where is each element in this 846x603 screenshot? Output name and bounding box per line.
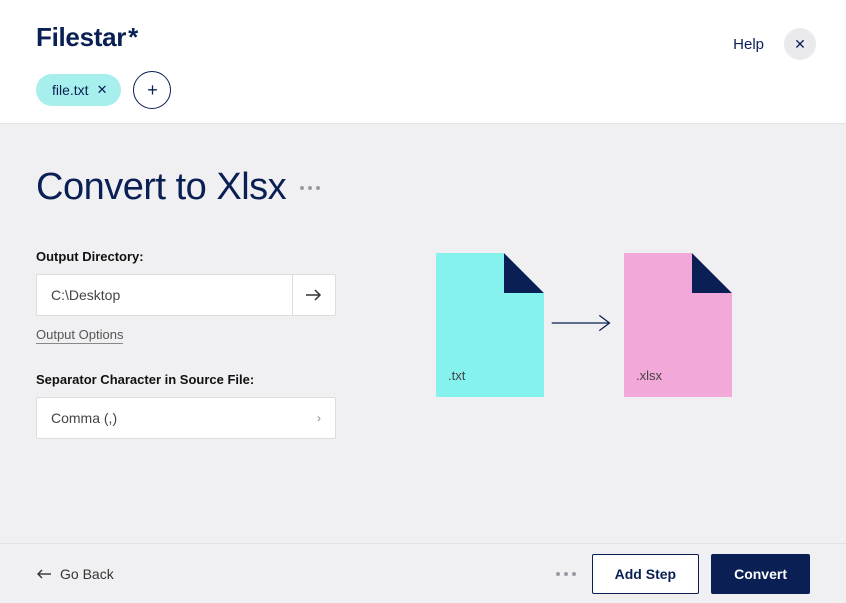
logo-text: Filestar [36,22,126,52]
go-back-button[interactable]: Go Back [36,566,114,582]
target-ext-label: .xlsx [636,368,662,383]
output-directory-input[interactable]: C:\Desktop [36,274,292,316]
source-ext-label: .txt [448,368,465,383]
separator-value: Comma (,) [51,410,117,426]
target-file-card: .xlsx [624,253,732,397]
convert-button[interactable]: Convert [711,554,810,594]
footer-menu-button[interactable] [556,572,576,576]
main: Convert to Xlsx Output Directory: C:\Des… [0,123,846,543]
remove-file-icon[interactable]: ✕ [97,82,108,98]
header: Filestar* file.txt ✕ + Help ✕ [0,0,846,123]
diagram-column: .txt .xlsx [436,249,810,439]
add-step-button[interactable]: Add Step [592,554,699,594]
footer: Go Back Add Step Convert [0,543,846,603]
separator-select[interactable]: Comma (,) › [36,397,336,439]
add-file-button[interactable]: + [133,71,171,109]
arrow-right-icon [305,289,323,301]
file-chip-label: file.txt [52,82,89,98]
output-directory-browse-button[interactable] [292,274,336,316]
separator-label: Separator Character in Source File: [36,372,336,387]
file-row: file.txt ✕ + [36,71,171,109]
chevron-right-icon: › [317,411,321,425]
plus-icon: + [147,80,158,101]
conversion-arrow [544,313,624,333]
help-link[interactable]: Help [733,36,764,53]
arrow-left-icon [36,569,52,579]
header-left: Filestar* file.txt ✕ + [36,22,171,109]
footer-right: Add Step Convert [556,554,810,594]
file-chip[interactable]: file.txt ✕ [36,74,121,106]
arrow-right-icon [550,313,618,333]
go-back-label: Go Back [60,566,114,582]
header-right: Help ✕ [733,22,816,60]
source-file-card: .txt [436,253,544,397]
content-row: Output Directory: C:\Desktop Output Opti… [36,249,810,439]
close-icon: ✕ [794,36,806,53]
logo-star: * [128,22,138,52]
page-title: Convert to Xlsx [36,166,286,209]
output-options-link[interactable]: Output Options [36,327,123,344]
title-row: Convert to Xlsx [36,166,810,209]
close-button[interactable]: ✕ [784,28,816,60]
output-directory-row: C:\Desktop [36,274,336,316]
title-menu-button[interactable] [300,186,320,190]
form-column: Output Directory: C:\Desktop Output Opti… [36,249,336,439]
output-directory-label: Output Directory: [36,249,336,264]
app-logo: Filestar* [36,22,171,53]
